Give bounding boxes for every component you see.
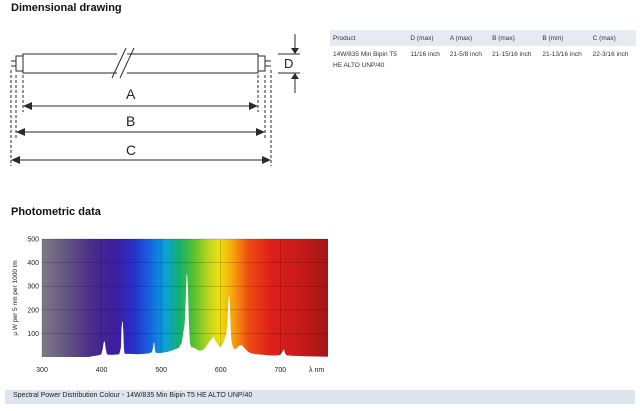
chart-caption: Spectral Power Distribution Colour - 14W… — [13, 392, 253, 399]
cell-product: 14W/835 Min Bipin T5 HE ALTO UNP/40 — [330, 46, 407, 74]
cell-d-max: 11/16 inch — [410, 51, 440, 58]
y-tick-label: 400 — [27, 260, 39, 267]
column-header-product: Product — [330, 30, 408, 46]
cap-right — [257, 55, 266, 72]
table-header-row: Product D (max) A (max) B (max) B (min) … — [330, 30, 636, 46]
y-axis-ticks: 100 200 300 400 500 — [27, 237, 39, 338]
tube-body — [22, 53, 259, 74]
cell-b-max: 21-15/16 inch — [492, 51, 532, 58]
spectral-power-chart: 100 200 300 400 500 300 400 500 600 700 µ W per … — [12, 237, 329, 374]
chart-caption-bar: Spectral Power Distribution Colour - 14W… — [5, 390, 635, 404]
x-tick-label: 700 — [274, 367, 286, 374]
x-tick-label: 600 — [215, 367, 227, 374]
table-row: 14W/835 Min Bipin T5 HE ALTO UNP/40 11/1… — [330, 46, 636, 74]
x-axis-ticks: 300 400 500 600 700 — [36, 367, 286, 374]
product-name: 14W/835 Min Bipin T5 — [333, 51, 397, 58]
product-name-continuation: HE ALTO UNP/40 — [333, 62, 385, 69]
cell-a-max: 21-5/8 inch — [449, 51, 482, 58]
arrowhead-a-right — [249, 102, 258, 110]
label-c: C — [126, 142, 136, 158]
x-tick-label: 500 — [155, 367, 167, 374]
arrowhead-c-right — [262, 156, 271, 164]
y-axis-label: µ W per 5 nm per 1000 lm — [12, 260, 19, 335]
arrowhead-b-right — [256, 128, 265, 136]
cell-c-max: 22-3/16 inch — [592, 51, 629, 58]
dimension-table: Product D (max) A (max) B (max) B (min) … — [330, 30, 636, 74]
column-header-a-max: A (max) — [446, 30, 490, 46]
d-arrowhead-bottom — [291, 73, 299, 79]
dimensional-drawing: D A B C — [10, 34, 300, 166]
x-tick-label: 300 — [36, 367, 48, 374]
d-arrowhead-top — [291, 48, 299, 54]
arrowhead-b-left — [16, 128, 25, 136]
label-a: A — [126, 86, 136, 102]
y-tick-label: 200 — [27, 307, 39, 314]
photometric-data-title: Photometric data — [11, 206, 101, 218]
y-tick-label: 100 — [27, 331, 39, 338]
column-header-b-max: B (max) — [489, 30, 540, 46]
column-header-b-min: B (min) — [539, 30, 590, 46]
x-axis-label: λ nm — [309, 367, 324, 374]
column-header-c-max: C (max) — [589, 30, 636, 46]
dimensional-drawing-title: Dimensional drawing — [11, 2, 122, 14]
cap-left — [15, 55, 24, 72]
label-d: D — [284, 56, 293, 71]
arrowhead-a-left — [23, 102, 32, 110]
column-header-d-max: D (max) — [407, 30, 447, 46]
cell-b-min: 21-13/16 inch — [542, 51, 582, 58]
y-tick-label: 500 — [27, 237, 39, 244]
x-tick-label: 400 — [96, 367, 108, 374]
y-tick-label: 300 — [27, 284, 39, 291]
arrowhead-c-left — [11, 156, 20, 164]
label-b: B — [126, 113, 135, 129]
